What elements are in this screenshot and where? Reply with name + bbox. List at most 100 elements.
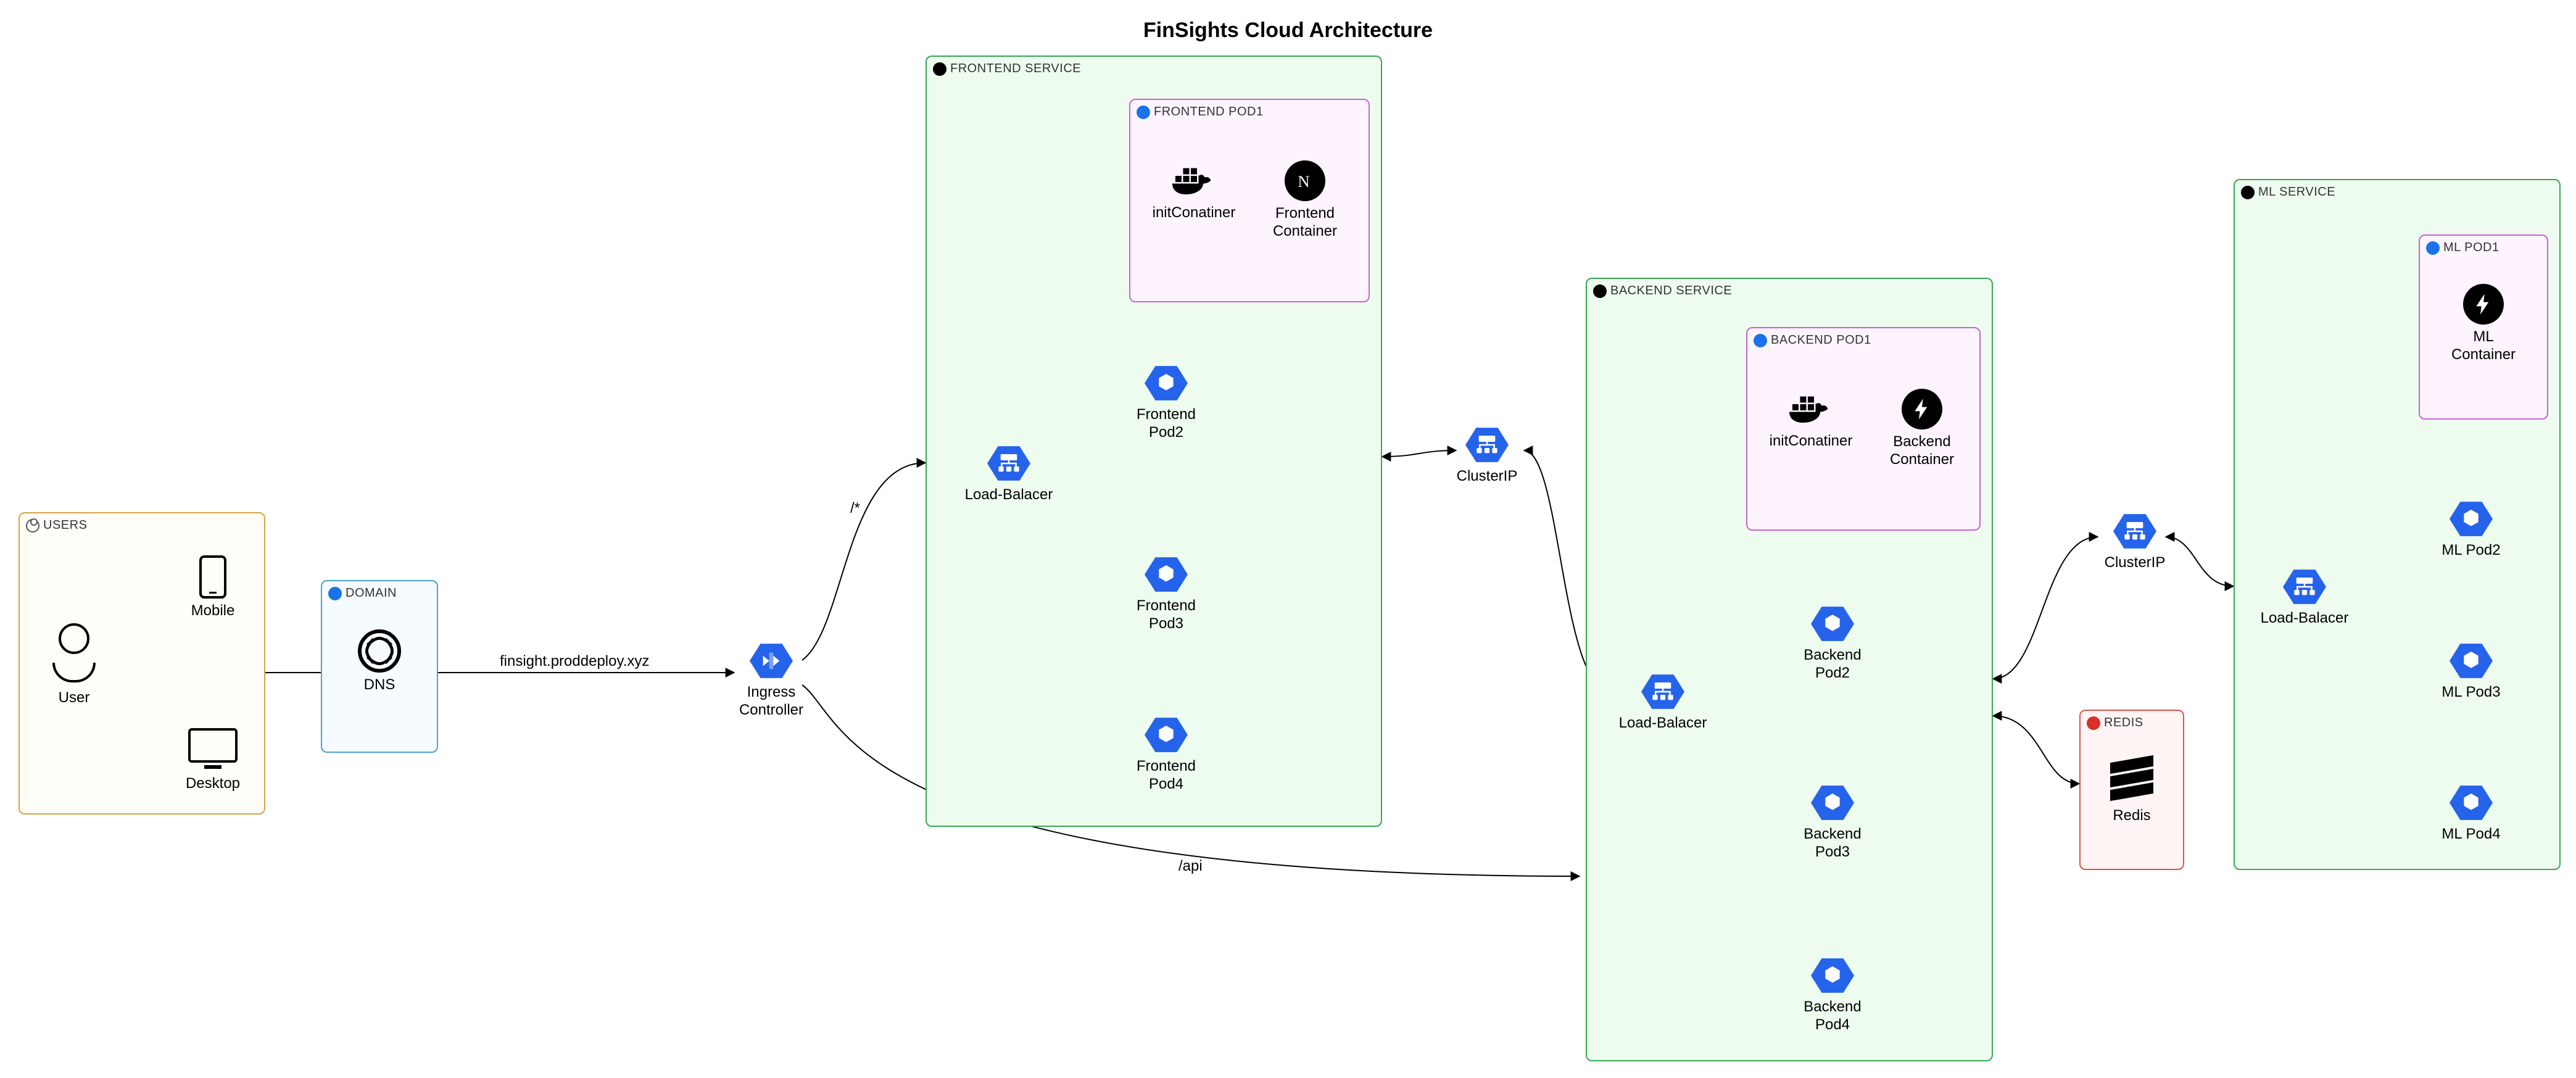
- clusterip-be-node: ClusterIP: [2098, 512, 2172, 572]
- nextjs-icon: [933, 62, 946, 76]
- domain-group-tag: DOMAIN: [328, 586, 397, 600]
- edge-root-path-label: /*: [850, 500, 860, 517]
- desktop-node: Desktop: [173, 728, 253, 793]
- clusterip-icon: [2113, 512, 2156, 550]
- user-icon: [52, 623, 96, 682]
- ml-pod2-label: ML Pod2: [2425, 542, 2517, 560]
- be-pod3-label: Backend Pod3: [1795, 826, 1870, 861]
- fe-container-node: N Frontend Container: [1259, 160, 1351, 241]
- fe-lb-label: Load-Balacer: [963, 486, 1055, 504]
- ml-pod4-label: ML Pod4: [2425, 826, 2517, 844]
- fe-init-container-label: initConatiner: [1148, 204, 1240, 222]
- fe-pod2-node: Frontend Pod2: [1129, 364, 1203, 442]
- be-lb-node: Load-Balacer: [1617, 673, 1709, 732]
- pod-icon: [2450, 500, 2493, 538]
- clusterip-fe-node: ClusterIP: [1450, 426, 1524, 486]
- frontend-pod1-label: FRONTEND POD1: [1154, 105, 1264, 119]
- be-init-container-node: initConatiner: [1765, 389, 1857, 450]
- pod-icon: [1145, 555, 1188, 594]
- pod-icon: [1145, 364, 1188, 402]
- backend-service-tag: BACKEND SERVICE: [1593, 284, 1732, 298]
- docker-icon: [1786, 389, 1836, 426]
- fastapi-icon: [1593, 284, 1607, 298]
- desktop-icon: [188, 728, 238, 763]
- clusterip-icon: [1465, 426, 1509, 464]
- users-group-tag: USERS: [26, 518, 87, 533]
- user-node: User: [37, 623, 111, 707]
- pod-icon: [1145, 716, 1188, 754]
- be-pod2-label: Backend Pod2: [1795, 647, 1870, 682]
- dns-node: DNS: [342, 629, 416, 694]
- redis-group-tag: REDIS: [2087, 716, 2143, 730]
- be-pod4-label: Backend Pod4: [1795, 998, 1870, 1034]
- load-balancer-icon: [987, 444, 1030, 483]
- ml-container-icon: [2463, 284, 2504, 325]
- load-balancer-icon: [2283, 568, 2326, 606]
- ingress-icon: [750, 642, 793, 680]
- redis-label: Redis: [2095, 807, 2169, 825]
- mobile-node: Mobile: [179, 555, 247, 620]
- be-pod4-node: Backend Pod4: [1795, 956, 1870, 1034]
- fe-pod2-label: Frontend Pod2: [1129, 406, 1203, 442]
- backend-pod1-label: BACKEND POD1: [1771, 333, 1871, 347]
- pod-icon: [2426, 241, 2440, 255]
- ml-lb-node: Load-Balacer: [2258, 568, 2351, 628]
- nextjs-container-icon: N: [1285, 160, 1325, 201]
- pod-icon: [1754, 334, 1767, 347]
- frontend-pod1-tag: FRONTEND POD1: [1137, 105, 1264, 119]
- ml-pod1-tag: ML POD1: [2426, 241, 2499, 255]
- person-icon: [26, 519, 39, 533]
- be-pod2-node: Backend Pod2: [1795, 605, 1870, 682]
- load-balancer-icon: [1641, 673, 1684, 711]
- ml-lb-label: Load-Balacer: [2258, 610, 2351, 628]
- svg-text:N: N: [1298, 172, 1309, 191]
- ml-container-node: ML Container: [2440, 284, 2527, 364]
- fastapi-container-icon: [1902, 389, 1942, 429]
- docker-icon: [1169, 160, 1219, 197]
- pod-icon: [1811, 956, 1854, 995]
- ml-pod4-node: ML Pod4: [2425, 784, 2517, 844]
- be-init-container-label: initConatiner: [1765, 433, 1857, 450]
- fe-pod3-node: Frontend Pod3: [1129, 555, 1203, 633]
- ingress-label: Ingress Controller: [734, 684, 808, 719]
- clusterip-fe-label: ClusterIP: [1450, 468, 1524, 486]
- pod-icon: [2450, 784, 2493, 822]
- fe-init-container-node: initConatiner: [1148, 160, 1240, 222]
- be-container-label: Backend Container: [1876, 433, 1968, 469]
- ml-service-label: ML SERVICE: [2258, 185, 2335, 199]
- backend-pod1-tag: BACKEND POD1: [1754, 333, 1871, 347]
- ml-service-tag: ML SERVICE: [2241, 185, 2335, 199]
- edge-api-path-label: /api: [1178, 858, 1203, 875]
- fe-container-label: Frontend Container: [1259, 205, 1351, 241]
- be-lb-label: Load-Balacer: [1617, 715, 1709, 732]
- ml-container-label: ML Container: [2440, 328, 2527, 364]
- pod-icon: [1137, 106, 1150, 119]
- redis-icon: [2110, 759, 2153, 797]
- dns-icon: [358, 629, 401, 673]
- edge-domain-label: finsight.proddeploy.xyz: [500, 653, 649, 670]
- mobile-label: Mobile: [179, 602, 247, 620]
- backend-service-label: BACKEND SERVICE: [1610, 284, 1732, 298]
- fastapi-icon: [2241, 186, 2255, 199]
- desktop-label: Desktop: [173, 775, 253, 793]
- clusterip-be-label: ClusterIP: [2098, 554, 2172, 572]
- globe-icon: [328, 587, 342, 600]
- fe-pod4-label: Frontend Pod4: [1129, 758, 1203, 794]
- frontend-service-tag: FRONTEND SERVICE: [933, 62, 1081, 76]
- pod-icon: [1811, 605, 1854, 643]
- ingress-node: Ingress Controller: [734, 642, 808, 719]
- ml-pod3-node: ML Pod3: [2425, 642, 2517, 702]
- fe-pod3-label: Frontend Pod3: [1129, 597, 1203, 633]
- database-icon: [2087, 716, 2100, 730]
- frontend-service-label: FRONTEND SERVICE: [950, 62, 1081, 76]
- redis-group-label: REDIS: [2104, 716, 2143, 730]
- users-group-label: USERS: [43, 518, 87, 533]
- diagram-title: FinSights Cloud Architecture: [1143, 19, 1433, 43]
- fe-pod4-node: Frontend Pod4: [1129, 716, 1203, 794]
- pod-icon: [2450, 642, 2493, 680]
- ml-pod3-label: ML Pod3: [2425, 684, 2517, 702]
- fe-lb-node: Load-Balacer: [963, 444, 1055, 504]
- be-pod3-node: Backend Pod3: [1795, 784, 1870, 861]
- ml-pod2-node: ML Pod2: [2425, 500, 2517, 560]
- mobile-icon: [199, 555, 226, 599]
